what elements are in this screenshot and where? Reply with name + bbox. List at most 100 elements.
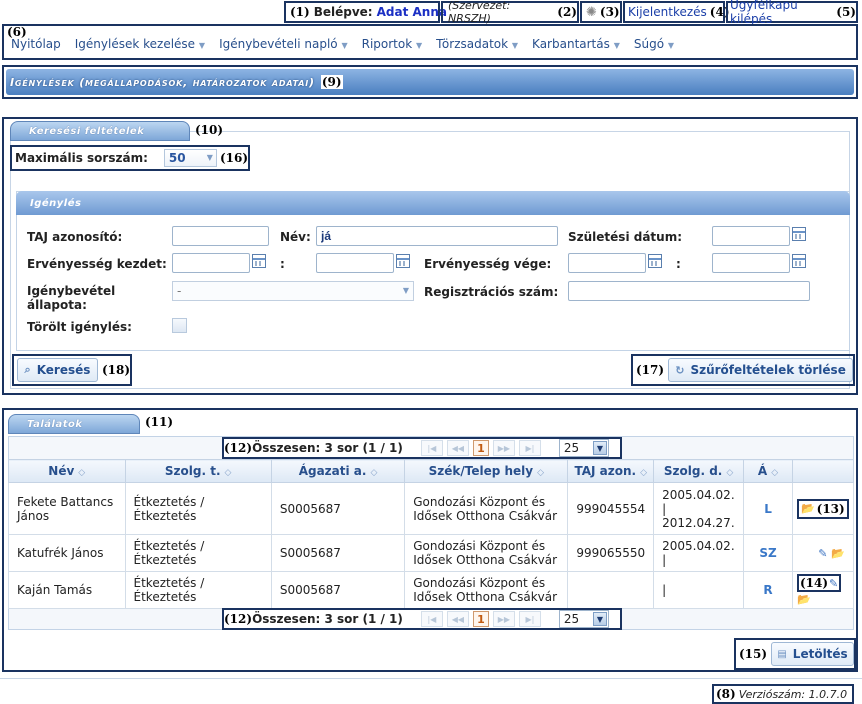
next-page-button[interactable]: ▶▶	[492, 611, 515, 627]
tab-search-criteria[interactable]: Keresési feltételek	[10, 121, 190, 141]
cell-actions: (14) ✎ 📂	[791, 571, 855, 609]
calendar-icon[interactable]	[648, 254, 662, 268]
last-page-button[interactable]: ▶|	[518, 611, 541, 627]
clear-button-box: (17) ↻ Szűrőfeltételek törlése	[631, 354, 855, 386]
table-row[interactable]: Kaján Tamás Étkeztetés / Étkeztetés S000…	[8, 571, 855, 609]
menu-item-help[interactable]: Súgó ▼	[634, 37, 674, 51]
chevron-down-icon: ▼	[402, 286, 409, 295]
search-button-label: Keresés	[36, 363, 91, 377]
col-header-sector[interactable]: Ágazati a. ◇	[270, 459, 406, 483]
search-icon: ⌕	[24, 363, 31, 376]
pencil-icon[interactable]: ✎	[829, 577, 838, 590]
logout-link[interactable]: Kijelentkezés	[628, 5, 707, 19]
menu-item-reports[interactable]: Riportok ▼	[362, 37, 423, 51]
callout-15: (15)	[739, 647, 768, 661]
taj-input[interactable]	[172, 226, 269, 246]
menu-item-master-data[interactable]: Törzsadatok ▼	[436, 37, 518, 51]
valid-from-input[interactable]	[172, 253, 250, 273]
page-title-band: Igénylések (megállapodások, határozatok …	[6, 69, 854, 95]
chevron-down-icon: ▼	[198, 41, 206, 50]
menu-item-home[interactable]: Nyitólap	[11, 37, 61, 51]
pencil-icon[interactable]: ✎	[818, 547, 827, 560]
current-page[interactable]: 1	[472, 440, 489, 456]
valid-from-to-input[interactable]	[316, 253, 394, 273]
next-page-button[interactable]: ▶▶	[492, 440, 515, 456]
calendar-icon[interactable]	[252, 254, 266, 268]
cell-site: Gondozási Központ és Idősek Otthona Csák…	[404, 571, 569, 609]
col-header-service-date-label: Szolg. d.	[663, 464, 723, 478]
valid-to-end-input[interactable]	[712, 253, 790, 273]
cell-service-date: |	[653, 571, 745, 609]
name-input[interactable]	[316, 226, 558, 246]
col-header-site-label: Szék/Telep hely	[428, 464, 534, 478]
search-button[interactable]: ⌕ Keresés	[17, 358, 98, 382]
folder-icon[interactable]: 📂	[797, 593, 811, 606]
cell-actions: 📂 (13)	[791, 482, 855, 535]
current-page[interactable]: 1	[472, 611, 489, 627]
col-header-service[interactable]: Szolg. t. ◇	[124, 459, 272, 483]
col-header-name[interactable]: Név ◇	[8, 459, 126, 483]
reg-number-input[interactable]	[568, 281, 810, 301]
status-label: Igénybevétel állapota:	[27, 284, 116, 312]
prev-page-button[interactable]: ◀◀	[446, 611, 469, 627]
col-header-taj[interactable]: TAJ azon. ◇	[567, 459, 655, 483]
main-menu: (6) Nyitólap Igénylések kezelése ▼ Igény…	[2, 24, 858, 60]
page-size-select[interactable]: 25 ▼	[558, 439, 609, 457]
tab-results[interactable]: Találatok	[8, 414, 140, 434]
document-icon: ▤	[777, 648, 787, 660]
download-button[interactable]: ▤ Letöltés	[771, 642, 854, 666]
clear-filters-button[interactable]: ↻ Szűrőfeltételek törlése	[668, 358, 853, 382]
pager-summary: Összesen: 3 sor (1 / 1)	[252, 612, 403, 626]
calendar-icon[interactable]	[792, 254, 806, 268]
user-name-link[interactable]: Adat Anna	[377, 5, 447, 19]
request-subpanel-title: Igénylés	[30, 197, 82, 209]
calendar-icon[interactable]	[792, 227, 806, 241]
loading-box: ✺ (3)	[580, 1, 622, 23]
last-page-button[interactable]: ▶|	[518, 440, 541, 456]
menu-item-requests[interactable]: Igénylések kezelése ▼	[75, 37, 205, 51]
chevron-down-icon: ▼	[511, 41, 519, 50]
valid-to-separator: :	[676, 257, 681, 271]
portal-exit-link[interactable]: Ügyfélkapu kilépés	[730, 0, 833, 26]
sort-icon: ◇	[537, 468, 545, 478]
col-header-taj-label: TAJ azon.	[574, 464, 637, 478]
cell-taj	[567, 571, 655, 609]
max-rows-select[interactable]: 50 ▼	[163, 149, 217, 167]
birth-date-input[interactable]	[712, 226, 790, 246]
col-header-status[interactable]: Á ◇	[743, 459, 793, 483]
menu-item-usage-log[interactable]: Igénybevételi napló ▼	[219, 37, 348, 51]
sort-icon: ◇	[78, 468, 86, 478]
status-select[interactable]: - ▼	[172, 281, 414, 301]
valid-to-input[interactable]	[568, 253, 646, 273]
table-row[interactable]: Fekete Battancs János Étkeztetés / Étkez…	[8, 482, 855, 535]
logged-in-box: (1) Belépve: Adat Anna	[284, 1, 447, 23]
menu-item-maintenance[interactable]: Karbantartás ▼	[532, 37, 620, 51]
max-rows-box: Maximális sorszám: 50 ▼ (16)	[10, 145, 250, 171]
first-page-button[interactable]: |◀	[420, 440, 443, 456]
request-subpanel-header: Igénylés	[16, 191, 850, 215]
sort-icon: ◇	[640, 468, 648, 478]
menu-item-help-label: Súgó	[633, 37, 665, 51]
table-row[interactable]: Katufrék János Étkeztetés / Étkeztetés S…	[8, 534, 855, 572]
folder-icon[interactable]: 📂	[831, 547, 845, 560]
col-header-site[interactable]: Szék/Telep hely ◇	[404, 459, 569, 483]
sort-icon: ◇	[224, 468, 232, 478]
version-box: (8) Verziószám: 1.0.7.0	[712, 684, 854, 704]
col-header-service-date[interactable]: Szolg. d. ◇	[653, 459, 745, 483]
col-header-actions	[791, 459, 855, 483]
callout-18: (18)	[101, 363, 130, 377]
page-size-select[interactable]: 25 ▼	[558, 610, 609, 628]
pager-top: (12) Összesen: 3 sor (1 / 1) |◀ ◀◀ 1 ▶▶ …	[222, 437, 622, 459]
logout-box: Kijelentkezés (4)	[623, 1, 730, 23]
cell-service: Étkeztetés / Étkeztetés	[124, 534, 272, 572]
calendar-icon[interactable]	[396, 254, 410, 268]
deleted-checkbox[interactable]	[172, 318, 187, 333]
sort-icon: ◇	[771, 468, 779, 478]
cell-status: SZ	[743, 534, 793, 572]
folder-icon[interactable]: 📂	[801, 502, 815, 515]
col-header-sector-label: Ágazati a.	[298, 464, 367, 478]
valid-from-label: Ervényesség kezdet:	[27, 257, 167, 271]
prev-page-button[interactable]: ◀◀	[446, 440, 469, 456]
first-page-button[interactable]: |◀	[420, 611, 443, 627]
results-table: Név ◇ Szolg. t. ◇ Ágazati a. ◇ Szék/Telep h…	[8, 459, 855, 609]
